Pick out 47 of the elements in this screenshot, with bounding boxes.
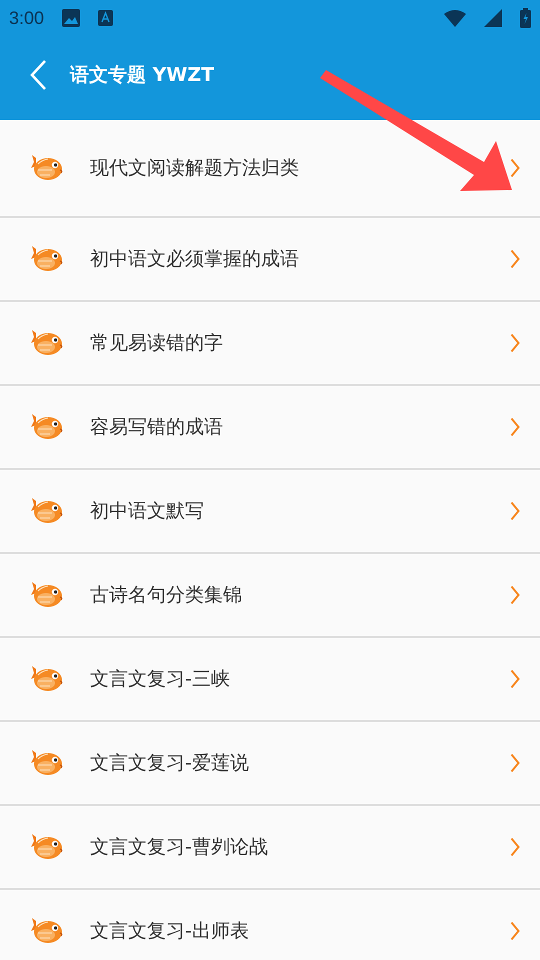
list-item[interactable]: 文言文复习-曹刿论战 [0, 806, 540, 890]
list-item[interactable]: 常见易读错的字 [0, 302, 540, 386]
chevron-icon [510, 669, 520, 689]
chevron-icon [510, 921, 520, 941]
battery-icon [520, 8, 531, 28]
list-item[interactable]: 文言文复习-三峡 [0, 638, 540, 722]
back-button[interactable] [28, 59, 48, 91]
list-item[interactable]: 古诗名句分类集锦 [0, 554, 540, 638]
item-label: 初中语文必须掌握的成语 [90, 246, 300, 272]
wifi-icon [444, 9, 466, 27]
list-item[interactable]: 文言文复习-出师表 [0, 890, 540, 960]
item-label: 初中语文默写 [90, 498, 205, 524]
item-label: 文言文复习-三峡 [90, 666, 231, 692]
list-item[interactable]: 初中语文必须掌握的成语 [0, 218, 540, 302]
item-label: 常见易读错的字 [90, 330, 224, 356]
list-item[interactable]: 初中语文默写 [0, 470, 540, 554]
chevron-icon [510, 417, 520, 437]
fish-icon [30, 413, 64, 441]
fish-icon [30, 749, 64, 777]
chevron-icon [510, 158, 520, 178]
fish-icon [30, 329, 64, 357]
page-title: 语文专题 YWZT [70, 62, 214, 88]
status-time: 3:00 [9, 6, 44, 30]
chevron-icon [510, 501, 520, 521]
text-icon [98, 10, 114, 26]
chevron-icon [510, 753, 520, 773]
chevron-icon [510, 837, 520, 857]
item-label: 古诗名句分类集锦 [90, 582, 243, 608]
fish-icon [30, 581, 64, 609]
fish-icon [30, 665, 64, 693]
fish-icon [30, 833, 64, 861]
fish-icon [30, 245, 64, 273]
fish-icon [30, 917, 64, 945]
chevron-icon [510, 249, 520, 269]
item-label: 现代文阅读解题方法归类 [90, 156, 300, 181]
signal-icon [484, 9, 502, 27]
item-label: 文言文复习-爱莲说 [90, 750, 250, 776]
list-item[interactable]: 容易写错的成语 [0, 386, 540, 470]
image-icon [62, 9, 80, 27]
fish-icon [30, 497, 64, 525]
chevron-icon [510, 333, 520, 353]
item-label: 文言文复习-曹刿论战 [90, 834, 269, 860]
list-item[interactable]: 文言文复习-爱莲说 [0, 722, 540, 806]
fish-icon [30, 154, 64, 182]
item-label: 文言文复习-出师表 [90, 918, 250, 944]
chevron-icon [510, 585, 520, 605]
item-label: 容易写错的成语 [90, 414, 224, 440]
